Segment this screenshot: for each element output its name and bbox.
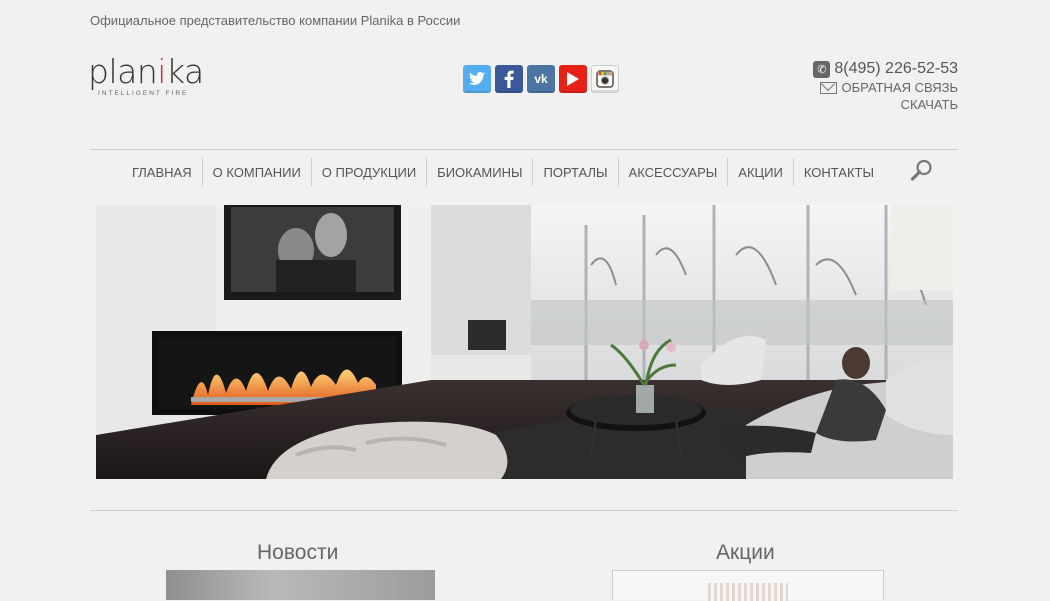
contact-block: ✆ 8(495) 226-52-53 ОБРАТНАЯ СВЯЗЬ СКАЧАТ… <box>813 60 958 112</box>
content-divider <box>90 510 958 511</box>
nav-item-about-company[interactable]: О КОМПАНИИ <box>201 158 311 186</box>
nav-item-promotions[interactable]: АКЦИИ <box>727 158 793 186</box>
search-icon[interactable] <box>910 158 934 182</box>
feedback-link[interactable]: ОБРАТНАЯ СВЯЗЬ <box>813 80 958 95</box>
facebook-icon[interactable] <box>495 65 523 93</box>
promo-title: Акции <box>716 541 775 564</box>
promo-image[interactable] <box>612 570 884 601</box>
logo-word-text: planika <box>88 52 204 91</box>
nav-item-about-products[interactable]: О ПРОДУКЦИИ <box>310 158 426 186</box>
twitter-icon[interactable] <box>463 65 491 93</box>
download-label: СКАЧАТЬ <box>900 97 958 112</box>
nav-item-home[interactable]: ГЛАВНАЯ <box>122 158 202 186</box>
planika-logo[interactable]: planika INTELLIGENT FIRE <box>88 55 208 105</box>
main-nav: ГЛАВНАЯ О КОМПАНИИ О ПРОДУКЦИИ БИОКАМИНЫ… <box>122 158 884 186</box>
logo-subtitle: INTELLIGENT FIRE <box>98 90 189 97</box>
logo-wordmark: planika <box>88 55 208 89</box>
hero-banner <box>96 205 953 479</box>
vk-glyph: vk <box>534 72 548 86</box>
phone-line: ✆ 8(495) 226-52-53 <box>813 60 958 78</box>
news-image[interactable] <box>166 570 435 600</box>
youtube-icon[interactable] <box>559 65 587 93</box>
nav-item-accessories[interactable]: АКСЕССУАРЫ <box>617 158 728 186</box>
nav-item-portals[interactable]: ПОРТАЛЫ <box>532 158 617 186</box>
nav-item-biofireplaces[interactable]: БИОКАМИНЫ <box>426 158 532 186</box>
download-link[interactable]: СКАЧАТЬ <box>813 97 958 112</box>
feedback-label: ОБРАТНАЯ СВЯЗЬ <box>841 80 959 95</box>
phone-number[interactable]: 8(495) 226-52-53 <box>834 60 958 78</box>
vk-icon[interactable]: vk <box>527 65 555 93</box>
instagram-icon[interactable] <box>591 65 619 93</box>
social-links: vk <box>463 65 619 93</box>
header-divider <box>90 149 958 150</box>
site-tagline: Официальное представительство компании P… <box>90 13 461 28</box>
nav-item-contacts[interactable]: КОНТАКТЫ <box>792 158 884 186</box>
news-title: Новости <box>257 541 339 564</box>
promo-image-detail <box>708 583 788 601</box>
hero-image <box>96 205 953 479</box>
mail-icon <box>819 81 837 94</box>
phone-icon: ✆ <box>813 60 831 78</box>
